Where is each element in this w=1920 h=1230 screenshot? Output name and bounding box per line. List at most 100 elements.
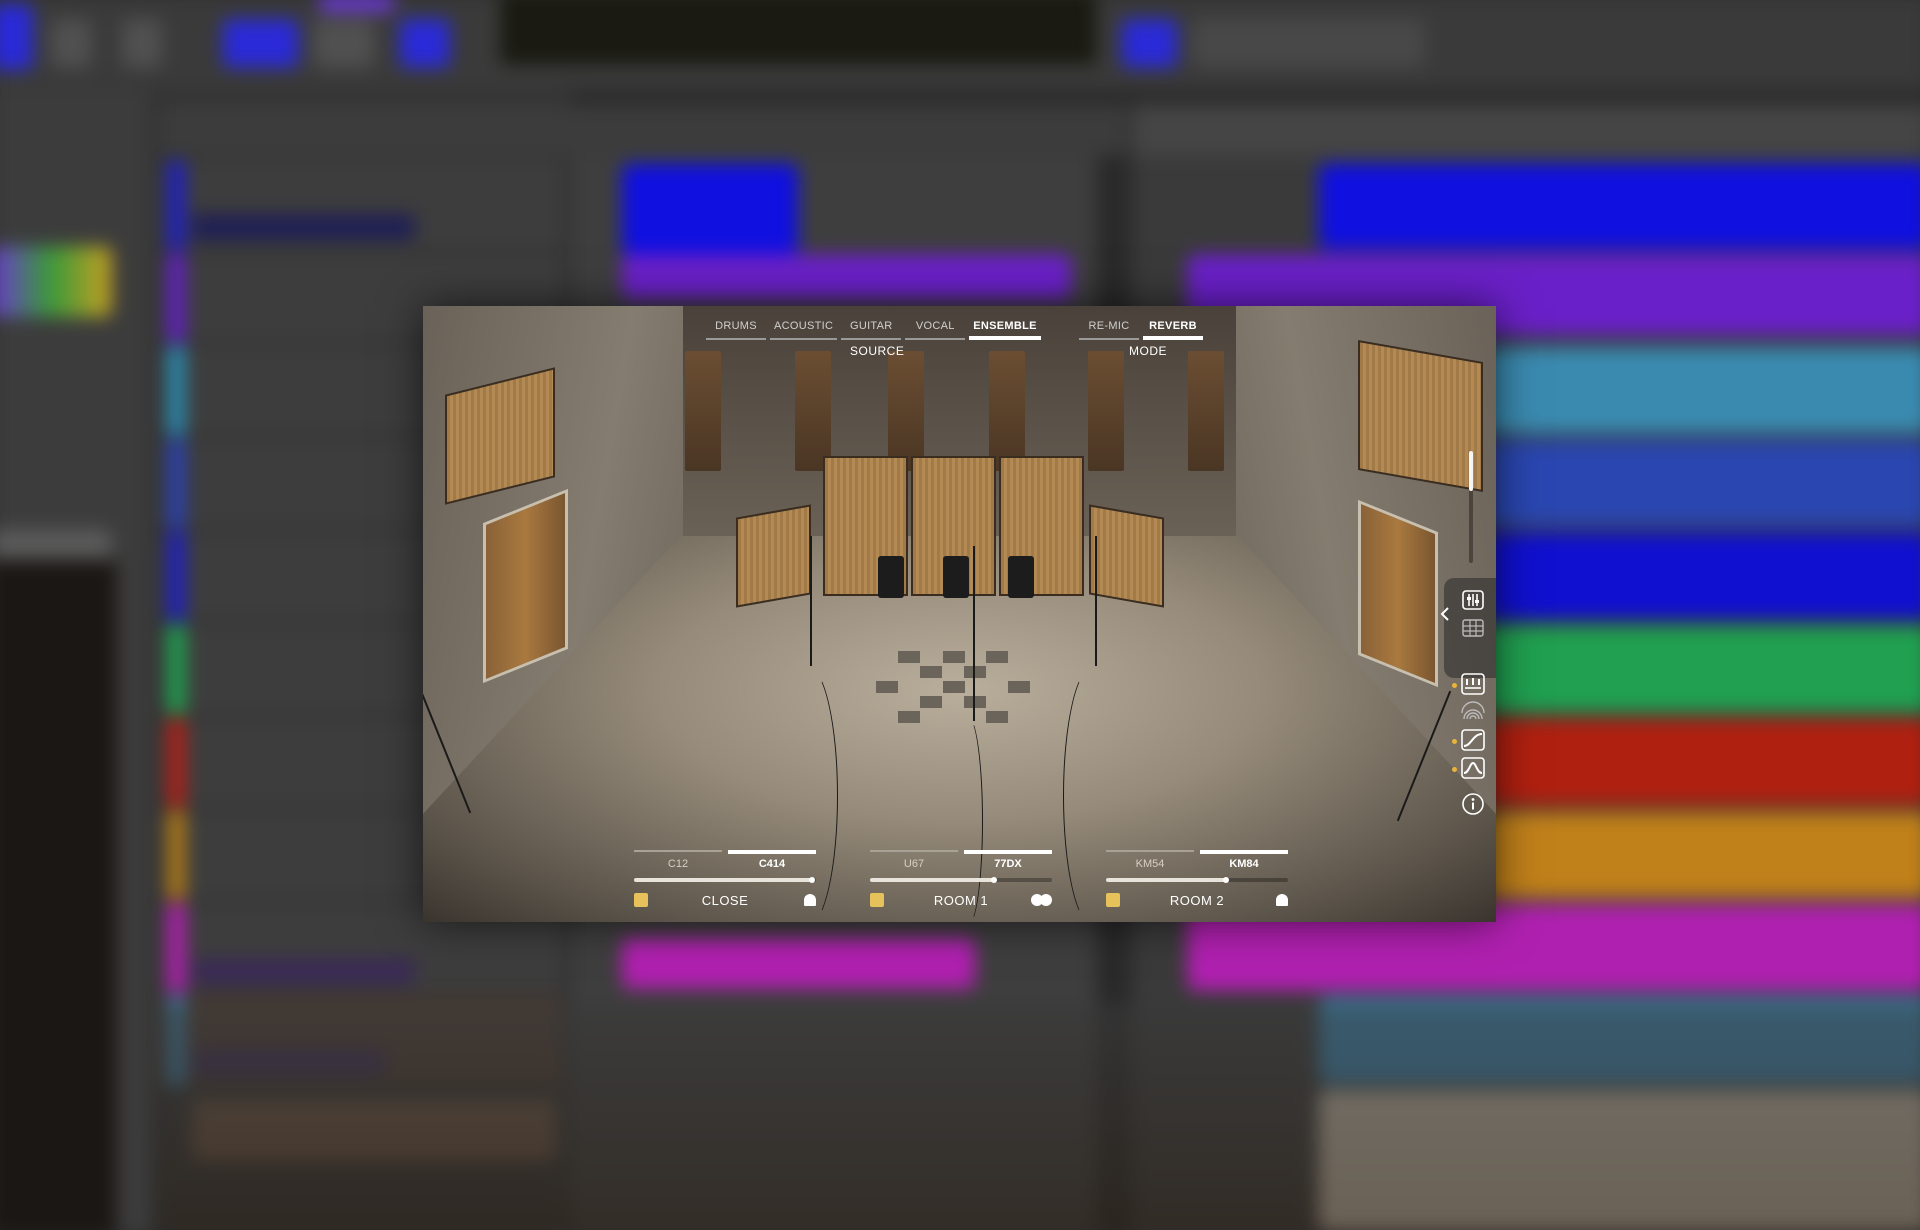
floor-tile	[964, 696, 986, 708]
daw-clip	[1485, 626, 1920, 712]
filter-curve-icon[interactable]	[1460, 756, 1486, 780]
gobo-panel	[1089, 504, 1164, 608]
mic-option-km54[interactable]: KM54	[1106, 850, 1194, 870]
mic-stand	[973, 546, 975, 721]
daw-clip	[318, 0, 395, 13]
active-indicator-dot	[1452, 767, 1457, 772]
daw-clip	[1485, 811, 1920, 898]
daw-toolbar-group	[1192, 19, 1425, 68]
wall-slat	[795, 351, 831, 471]
floor-tile	[898, 711, 920, 723]
mic-option-77dx[interactable]: 77DX	[964, 850, 1052, 870]
daw-color-palette	[0, 246, 112, 318]
floor-tile	[920, 666, 942, 678]
mic-position-label: ROOM 2	[1169, 893, 1225, 908]
tab-acoustic[interactable]: ACOUSTIC	[770, 320, 838, 340]
chevron-left-icon[interactable]	[1432, 602, 1458, 626]
mic-model-tabs: KM54 KM84	[1106, 850, 1288, 870]
mic-model-tabs: U67 77DX	[870, 850, 1052, 870]
daw-track-bar	[192, 214, 415, 241]
output-level-thumb[interactable]	[1469, 451, 1473, 491]
daw-bottom-shade	[157, 1003, 1920, 1230]
mic-level-fill	[870, 878, 994, 882]
polar-pattern-icon[interactable]	[1276, 894, 1288, 908]
floor-tile	[943, 681, 965, 693]
polar-pattern-icon[interactable]	[804, 894, 816, 908]
mic-level-slider[interactable]	[634, 877, 816, 883]
floor-tile	[876, 681, 898, 693]
daw-toolbar-button	[313, 19, 375, 68]
daw-scene-header	[157, 104, 1127, 156]
chair	[878, 556, 904, 598]
daw-inspector-lower	[0, 559, 117, 1230]
floor-tile	[943, 651, 965, 663]
mic-stand	[810, 536, 812, 666]
mic-option-c414[interactable]: C414	[728, 850, 816, 870]
floor-tile	[986, 711, 1008, 723]
mic-level-fill	[634, 878, 813, 882]
daw-toolbar-button	[1121, 19, 1178, 68]
active-indicator-dot	[1452, 739, 1457, 744]
daw-clip	[621, 254, 1072, 300]
mic-section-room-1: U67 77DX ROOM 1	[870, 850, 1052, 922]
floor-tile	[986, 651, 1008, 663]
daw-track-color	[167, 718, 186, 807]
mic-level-knob[interactable]	[809, 877, 816, 883]
tab-drums[interactable]: DRUMS	[706, 320, 766, 340]
mic-option-c12[interactable]: C12	[634, 850, 722, 870]
output-level-slider[interactable]	[1469, 451, 1473, 563]
mic-level-knob[interactable]	[990, 877, 997, 883]
mic-level-slider[interactable]	[870, 877, 1052, 883]
daw-track-color	[167, 160, 186, 250]
daw-clip	[1318, 163, 1920, 250]
daw-toolbar-button	[0, 3, 33, 70]
daw-clip	[621, 163, 799, 255]
daw-track-bar	[192, 958, 415, 985]
mic-level-slider[interactable]	[1106, 877, 1288, 883]
stage: DRUMS ACOUSTIC GUITAR VOCAL ENSEMBLE SOU…	[0, 0, 1920, 1230]
daw-toolbar-button	[51, 19, 92, 68]
mixer-icon[interactable]	[1460, 588, 1486, 612]
floor-tile	[1008, 681, 1030, 693]
tab-re-mic[interactable]: RE-MIC	[1079, 320, 1139, 340]
mic-level-fill	[1106, 878, 1227, 882]
wall-slat	[989, 351, 1025, 471]
daw-clip	[1485, 719, 1920, 805]
daw-clip	[1485, 533, 1920, 620]
tab-guitar[interactable]: GUITAR	[841, 320, 902, 340]
active-indicator-dot	[1452, 683, 1457, 688]
plugin-window: DRUMS ACOUSTIC GUITAR VOCAL ENSEMBLE SOU…	[423, 306, 1496, 922]
acoustic-panel	[1358, 339, 1483, 493]
daw-track-color	[167, 625, 186, 714]
mic-stand-icon[interactable]	[1460, 700, 1486, 724]
tab-ensemble[interactable]: ENSEMBLE	[969, 320, 1041, 340]
mode-caption: MODE	[1129, 344, 1167, 358]
chair	[1008, 556, 1034, 598]
daw-track-color	[167, 439, 186, 529]
mic-position-label: CLOSE	[701, 893, 749, 908]
mic-level-knob[interactable]	[1223, 877, 1230, 883]
mic-model-tabs: C12 C414	[634, 850, 816, 870]
mic-option-km84[interactable]: KM84	[1200, 850, 1288, 870]
tab-reverb[interactable]: REVERB	[1143, 320, 1203, 340]
mic-section-room-2: KM54 KM84 ROOM 2	[1106, 850, 1288, 922]
mic-option-u67[interactable]: U67	[870, 850, 958, 870]
mode-tabs: RE-MIC REVERB	[1079, 320, 1203, 340]
floor-tile	[898, 651, 920, 663]
room-door-right	[1358, 499, 1438, 688]
eq-curve-icon[interactable]	[1460, 728, 1486, 752]
daw-ruler	[1131, 104, 1920, 156]
tab-vocal[interactable]: VOCAL	[905, 320, 966, 340]
daw-track-color	[167, 346, 186, 436]
info-icon[interactable]	[1460, 792, 1486, 816]
mic-section-close: C12 C414 CLOSE	[634, 850, 816, 922]
daw-toolbar-button	[121, 19, 163, 68]
daw-toolbar-button	[399, 19, 450, 68]
keyboard-grid-icon[interactable]	[1460, 616, 1486, 640]
floor-tile	[920, 696, 942, 708]
polar-pattern-icon[interactable]	[1031, 894, 1052, 908]
daw-track-color	[167, 903, 186, 993]
daw-lcd-display	[500, 0, 1097, 65]
room-icon[interactable]	[1460, 672, 1486, 696]
source-tabs: DRUMS ACOUSTIC GUITAR VOCAL ENSEMBLE	[706, 320, 1041, 340]
